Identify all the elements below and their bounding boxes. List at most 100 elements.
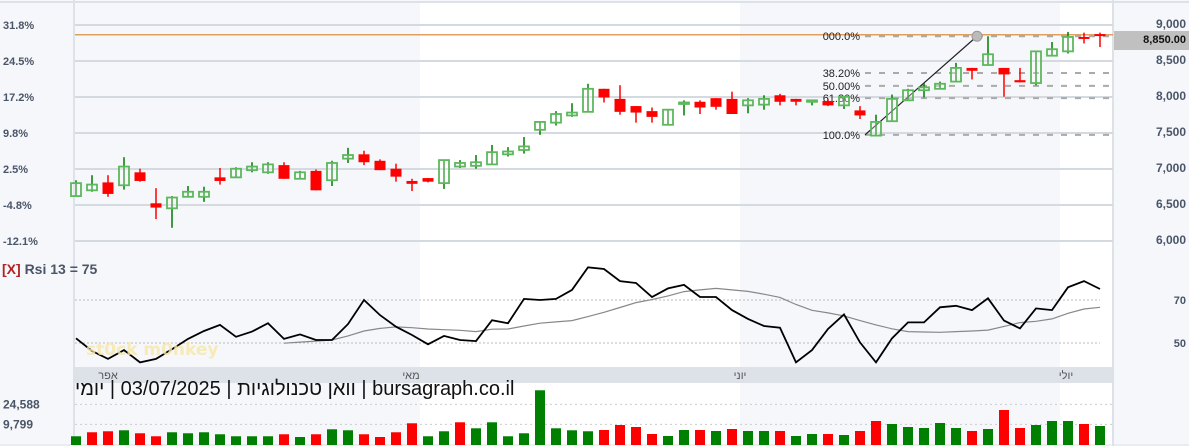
volume-bar-cap [903, 427, 913, 429]
volume-bar [1095, 425, 1105, 445]
volume-bar [951, 428, 961, 445]
remove-indicator-button[interactable]: [X] [2, 261, 21, 277]
candle-body-down [966, 67, 978, 71]
title-separator: | [109, 378, 116, 400]
candle-body-up [118, 165, 130, 187]
percent-axis-label: 24.5% [3, 56, 34, 68]
volume-bar-cap [1063, 420, 1073, 423]
candle-body-down [134, 172, 146, 181]
candle-body-up [1030, 50, 1042, 84]
volume-bar [231, 436, 241, 445]
volume-bar-cap [775, 431, 785, 433]
candle-body-up [662, 108, 674, 126]
volume-bar-cap [631, 427, 641, 429]
volume-bar-cap [343, 430, 353, 432]
volume-bar-cap [1047, 420, 1057, 423]
candle-body-down [646, 111, 658, 117]
volume-bar [775, 431, 785, 445]
volume-bar [759, 431, 769, 445]
candle-body-down [822, 101, 834, 106]
volume-bar-cap [871, 420, 881, 423]
volume-bar [871, 420, 881, 445]
volume-bar [87, 432, 97, 445]
volume-bar-cap [791, 436, 801, 438]
volume-bar [615, 424, 625, 445]
title-separator: | [361, 378, 367, 400]
candle-body-up [1046, 48, 1058, 57]
candle-body-up [70, 182, 82, 197]
volume-bar [887, 423, 897, 445]
price-axis-label: 7,500 [1156, 125, 1186, 139]
volume-bar-cap [679, 430, 689, 432]
candle-body-up [886, 97, 898, 123]
candle-body-up [566, 111, 578, 117]
volume-bar [455, 422, 465, 445]
volume-bar [263, 436, 273, 445]
chart-title: יומי | 03/07/2025 | וואן טכנולוגיות | bu… [75, 378, 514, 401]
candle-body-down [630, 106, 642, 113]
volume-bar [359, 434, 369, 445]
rsi-axis-label: 50 [1174, 338, 1186, 350]
price-axis-label: 8,000 [1156, 89, 1186, 103]
volume-bar [903, 427, 913, 445]
candle-body-down [790, 98, 802, 102]
volume-bar [1063, 420, 1073, 445]
volume-bar [935, 422, 945, 445]
volume-bar-cap [103, 431, 113, 433]
volume-bar [855, 431, 865, 445]
volume-bar [327, 429, 337, 445]
volume-bar-cap [183, 433, 193, 435]
month-shading [1060, 3, 1113, 367]
candle-body-up [838, 95, 850, 107]
volume-bar [647, 434, 657, 445]
volume-bar-cap [407, 423, 417, 425]
volume-bar-cap [87, 432, 97, 434]
fib-level-label: 38.20% [823, 68, 861, 80]
price-axis-label: 6,000 [1156, 233, 1186, 247]
title-stock-name: וואן טכנולוגיות [237, 378, 356, 400]
candle-body-up [550, 113, 562, 124]
volume-bar-cap [327, 429, 337, 431]
candle-body-up [86, 183, 98, 192]
candle-body-up [342, 154, 354, 160]
percent-axis-label: 2.5% [3, 164, 28, 176]
volume-bar-cap [455, 422, 465, 424]
volume-bar-cap [935, 422, 945, 425]
volume-bar [663, 436, 673, 445]
volume-bar [919, 428, 929, 445]
volume-bar [471, 428, 481, 445]
volume-bar-cap [1031, 424, 1041, 427]
candle-body-down [150, 203, 162, 208]
volume-bar-cap [199, 432, 209, 434]
volume-bar [167, 432, 177, 445]
volume-bar-cap [471, 428, 481, 430]
volume-bar-cap [71, 436, 81, 438]
percent-axis-label: 31.8% [3, 20, 34, 32]
volume-bar-cap [535, 390, 545, 392]
candle-body-down [406, 180, 418, 184]
candle-body-down [710, 98, 722, 107]
candle-body-up [518, 145, 530, 151]
volume-bar-cap [247, 436, 257, 438]
candle-body-down [102, 182, 114, 194]
volume-bar [503, 436, 513, 445]
candle-body-up [486, 151, 498, 166]
last-price-tag: 8,850.00 [1114, 31, 1189, 50]
volume-bar-cap [647, 434, 657, 436]
candle-body-up [326, 162, 338, 182]
fib-anchor-handle[interactable] [971, 30, 983, 42]
volume-bar [407, 423, 417, 445]
candle-body-up [918, 86, 930, 92]
candle-body-down [310, 170, 322, 191]
volume-bar [1047, 420, 1057, 445]
volume-bar-cap [215, 434, 225, 436]
title-site: bursagraph.co.il [372, 378, 515, 400]
candle-body-up [534, 121, 546, 131]
volume-bar [215, 434, 225, 445]
volume-bar [1031, 424, 1041, 445]
volume-bar [311, 434, 321, 445]
volume-bar [711, 431, 721, 445]
candle-body-up [438, 159, 450, 185]
candle-body-up [806, 99, 818, 103]
volume-bar-cap [375, 437, 385, 439]
